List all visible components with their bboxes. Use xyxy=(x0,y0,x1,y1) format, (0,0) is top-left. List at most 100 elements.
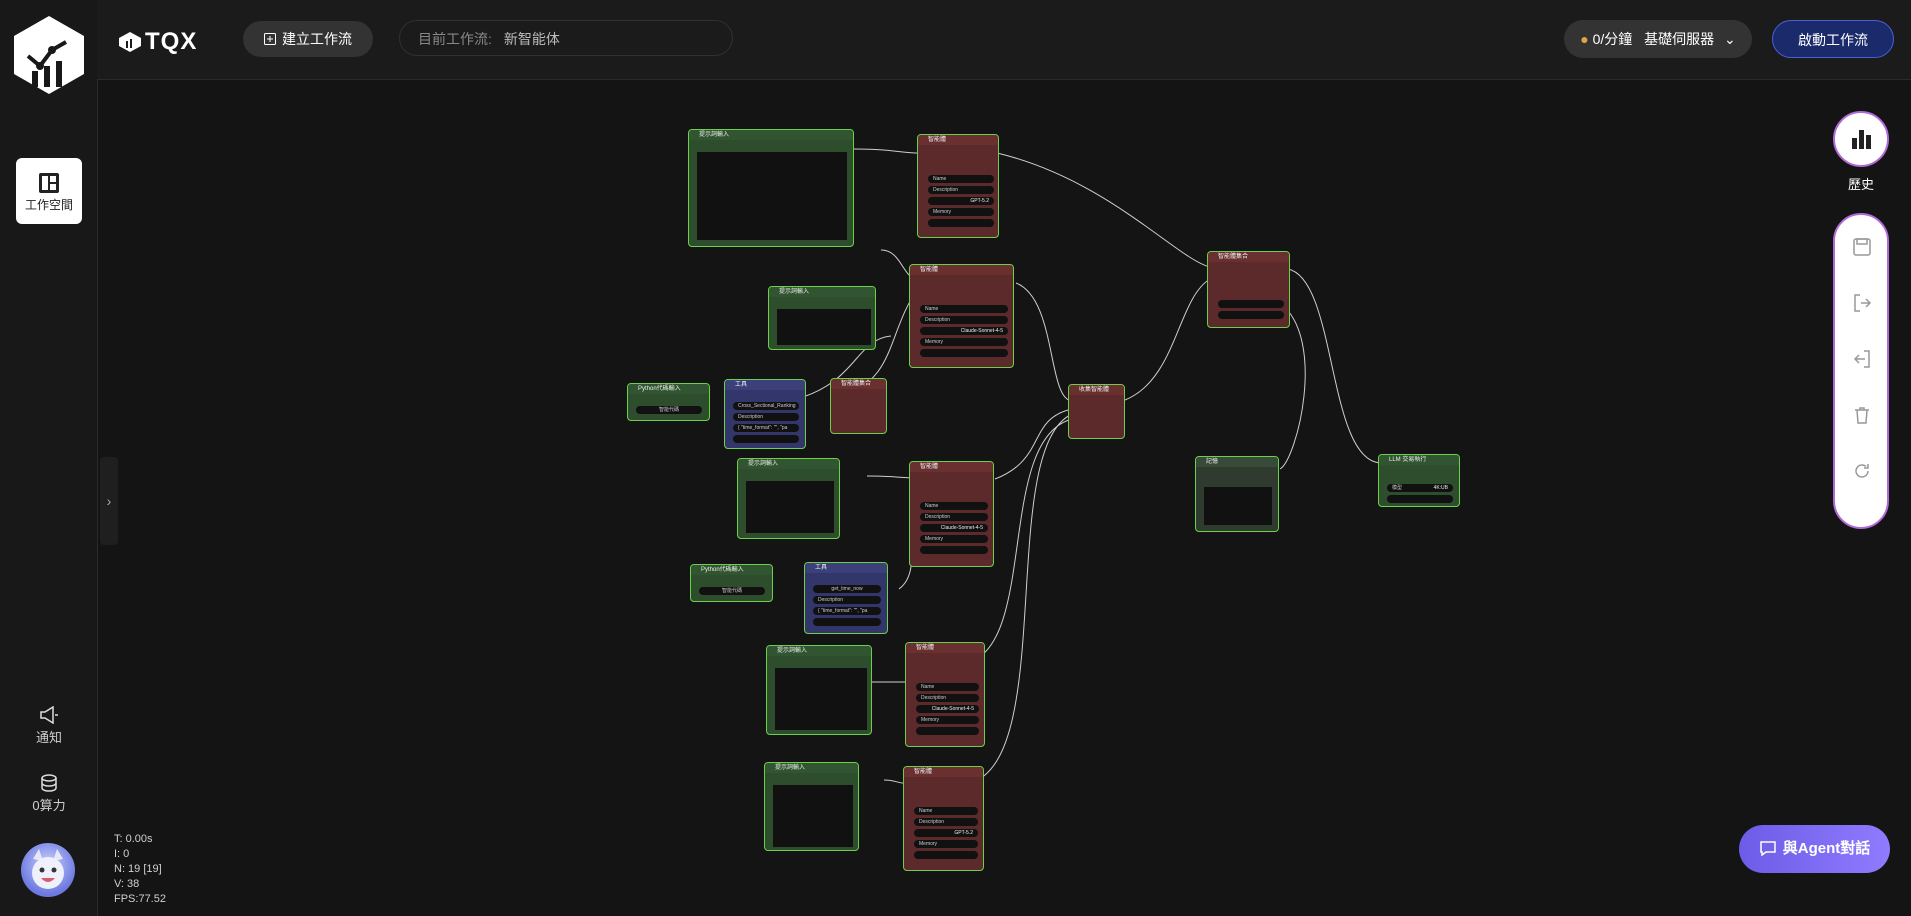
node-title: 智能體 xyxy=(906,643,984,653)
prompt-input-node[interactable]: 提示詞輸入 xyxy=(766,645,872,735)
model-select[interactable]: 模型 4K:UB xyxy=(1387,484,1453,492)
code-field[interactable]: { "time_format": "", "pa xyxy=(733,424,799,432)
collector-node[interactable]: 收集智能體 xyxy=(1068,384,1125,439)
memory-field[interactable]: Memory xyxy=(920,338,1008,346)
description-field[interactable]: Description xyxy=(733,413,799,421)
name-field[interactable]: Name xyxy=(916,683,979,691)
field-label: Description xyxy=(921,695,947,701)
agent-node[interactable]: 智能體 Name Description Claude-Sonnet-4-5 M… xyxy=(909,264,1014,368)
field-label: Name xyxy=(933,176,947,182)
stepper-field[interactable] xyxy=(920,349,1008,357)
node-title: 工具 xyxy=(805,563,887,573)
bar-chart-icon xyxy=(1852,130,1871,149)
tool-node[interactable]: 工具 Cross_Sectional_Ranking Description {… xyxy=(724,379,806,449)
chat-icon xyxy=(1760,841,1776,857)
memory-field[interactable]: Memory xyxy=(914,840,978,848)
workspace-button[interactable]: 工作空間 xyxy=(16,158,82,224)
prompt-input-node[interactable]: 提示詞輸入 xyxy=(764,762,859,851)
model-select[interactable]: Claude-Sonnet-4-5 xyxy=(920,524,988,532)
python-input-node[interactable]: Python代碼輸入 智能代碼 xyxy=(690,564,773,602)
notify-button[interactable]: 通知 xyxy=(16,705,82,746)
model-select[interactable]: GPT-5.2 xyxy=(914,829,978,837)
memory-node[interactable]: 記憶 xyxy=(1195,456,1279,532)
smart-code-button[interactable]: 智能代碼 xyxy=(699,587,765,595)
current-workflow-field[interactable]: 目前工作流: 新智能体 xyxy=(399,20,733,56)
description-field[interactable]: Description xyxy=(920,316,1008,324)
layout-icon xyxy=(39,173,59,193)
tool-node[interactable]: 工具 get_time_now Description { "time_form… xyxy=(804,562,888,634)
history-button[interactable] xyxy=(1833,111,1889,167)
description-field[interactable]: Description xyxy=(914,818,978,826)
stepper-field[interactable] xyxy=(733,435,799,443)
description-field[interactable]: Description xyxy=(916,694,979,702)
prompt-input-node[interactable]: 提示詞輸入 xyxy=(737,458,840,539)
field-value: Cross_Sectional_Ranking xyxy=(738,403,796,409)
current-workflow-value: 新智能体 xyxy=(503,31,560,47)
stepper-field[interactable] xyxy=(813,618,881,626)
chevron-down-icon: ⌄ xyxy=(1724,31,1736,47)
prompt-text[interactable] xyxy=(773,785,853,847)
llm-node[interactable]: LLM 交易執行 模型 4K:UB xyxy=(1378,454,1460,507)
name-field[interactable]: Name xyxy=(920,502,988,510)
tool-set-node[interactable]: 智能體集合 xyxy=(830,378,887,434)
description-field[interactable]: Description xyxy=(928,186,994,194)
prompt-input-node[interactable]: 提示詞輸入 xyxy=(688,129,854,247)
avatar[interactable] xyxy=(21,843,75,897)
refresh-icon[interactable] xyxy=(1852,461,1872,481)
model-select[interactable]: GPT-5.2 xyxy=(928,197,994,205)
code-field[interactable]: { "time_format": "", "pa xyxy=(813,607,881,615)
stepper-field[interactable] xyxy=(916,727,979,735)
smart-code-button[interactable]: 智能代碼 xyxy=(636,406,702,414)
agent-node[interactable]: 智能體 Name Description GPT-5.2 Memory xyxy=(903,766,984,871)
prompt-text[interactable] xyxy=(777,309,871,345)
stepper-field[interactable] xyxy=(1218,311,1284,319)
export-icon[interactable] xyxy=(1852,293,1872,313)
agent-node[interactable]: 智能體 Name Description Claude-Sonnet-4-5 M… xyxy=(905,642,985,747)
name-field[interactable]: Name xyxy=(920,305,1008,313)
stepper-field[interactable] xyxy=(928,219,994,227)
prompt-text[interactable] xyxy=(697,152,847,240)
memory-field[interactable]: Memory xyxy=(920,535,988,543)
stepper-field[interactable] xyxy=(920,546,988,554)
prompt-input-node[interactable]: 提示詞輸入 xyxy=(768,286,876,350)
node-title: 智能體集合 xyxy=(831,379,886,389)
expand-panel-button[interactable]: › xyxy=(100,457,118,545)
function-name-field[interactable]: get_time_now xyxy=(813,585,881,593)
stepper-field[interactable] xyxy=(1387,495,1453,503)
name-field[interactable]: Name xyxy=(914,807,978,815)
agent-set-node[interactable]: 智能體集合 xyxy=(1207,251,1290,328)
new-workflow-button[interactable]: 建立工作流 xyxy=(243,21,373,57)
description-field[interactable]: Description xyxy=(813,596,881,604)
agent-chat-button[interactable]: 與Agent對話 xyxy=(1739,825,1890,873)
coin-icon: ● xyxy=(1580,31,1589,47)
field-label: Description xyxy=(925,317,951,323)
stat-v: V: 38 xyxy=(114,878,140,890)
workflow-canvas[interactable]: 提示詞輸入 智能體 Name Description GPT-5.2 Memor… xyxy=(97,79,1911,916)
model-select[interactable]: Claude-Sonnet-4-5 xyxy=(916,705,979,713)
agent-node[interactable]: 智能體 Name Description Claude-Sonnet-4-5 M… xyxy=(909,461,994,567)
description-field[interactable]: Description xyxy=(920,513,988,521)
compute-button[interactable]: 0算力 xyxy=(16,774,82,814)
trash-icon[interactable] xyxy=(1852,405,1872,425)
stat-fps: FPS:77.52 xyxy=(114,893,166,905)
field-label: Description xyxy=(919,819,945,825)
prompt-text[interactable] xyxy=(746,481,834,533)
name-field[interactable]: Name xyxy=(928,175,994,183)
function-name-field[interactable]: Cross_Sectional_Ranking xyxy=(733,402,799,410)
memory-field[interactable]: Memory xyxy=(928,208,994,216)
start-workflow-button[interactable]: 啟動工作流 xyxy=(1772,20,1894,58)
top-bar: TQX 建立工作流 目前工作流: 新智能体 ● 0/分鐘 基礎伺服器 ⌄ 啟動工作… xyxy=(97,0,1911,80)
brand-hex-icon xyxy=(119,32,141,52)
prompt-text[interactable] xyxy=(775,668,867,730)
python-input-node[interactable]: Python代碼輸入 智能代碼 xyxy=(627,383,710,421)
memory-text[interactable] xyxy=(1204,487,1272,525)
model-select[interactable] xyxy=(1218,300,1284,308)
agent-node[interactable]: 智能體 Name Description GPT-5.2 Memory xyxy=(917,134,999,238)
model-select[interactable]: Claude-Sonnet-4-5 xyxy=(920,327,1008,335)
memory-field[interactable]: Memory xyxy=(916,716,979,724)
field-label: Description xyxy=(818,597,844,603)
save-icon[interactable] xyxy=(1852,237,1872,257)
server-select[interactable]: ● 0/分鐘 基礎伺服器 ⌄ xyxy=(1564,20,1752,58)
import-icon[interactable] xyxy=(1852,349,1872,369)
stepper-field[interactable] xyxy=(914,851,978,859)
